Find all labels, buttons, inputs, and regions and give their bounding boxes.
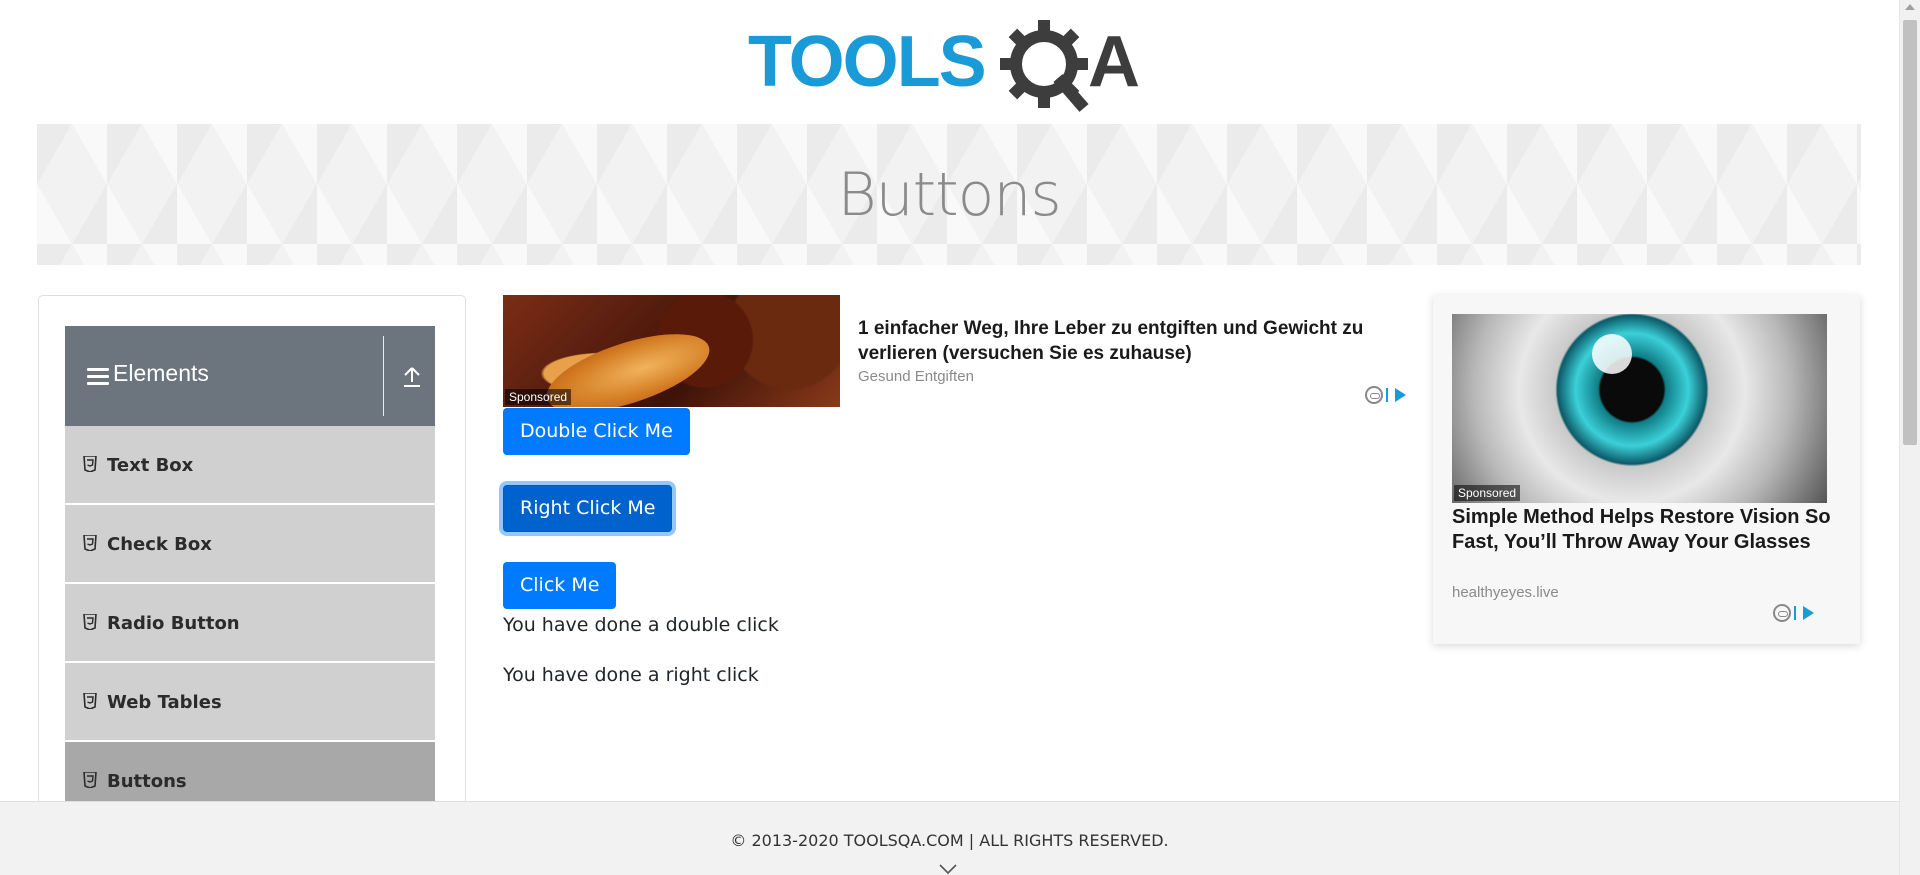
sidebar-item-text-box[interactable]: Text Box bbox=[65, 426, 435, 505]
right-click-button[interactable]: Right Click Me bbox=[503, 485, 673, 532]
click-me-button[interactable]: Click Me bbox=[503, 562, 617, 609]
sidebar-item-label: Radio Button bbox=[107, 613, 240, 634]
html5-icon bbox=[83, 692, 97, 710]
html5-icon bbox=[83, 534, 97, 552]
sidebar-group-title: Elements bbox=[113, 360, 209, 386]
ad-play-icon bbox=[1803, 606, 1814, 620]
svg-text:TOOLS: TOOLS bbox=[748, 22, 985, 102]
double-click-message: You have done a double click bbox=[503, 614, 779, 636]
adchoices-icon[interactable] bbox=[1773, 604, 1814, 622]
ad-image[interactable]: Sponsored bbox=[503, 295, 840, 407]
ad-bar-icon bbox=[1794, 606, 1796, 620]
sidebar-menu: Text Box Check Box Radio Button Web Tabl… bbox=[65, 426, 435, 814]
sponsored-ad-top[interactable]: Sponsored 1 einfacher Weg, Ihre Leber zu… bbox=[503, 295, 1413, 407]
ad-headline[interactable]: Simple Method Helps Restore Vision So Fa… bbox=[1452, 505, 1832, 555]
hamburger-icon bbox=[87, 368, 109, 386]
sponsored-label: Sponsored bbox=[1454, 485, 1521, 501]
html5-icon bbox=[83, 613, 97, 631]
sidebar-item-check-box[interactable]: Check Box bbox=[65, 505, 435, 584]
page-banner: Buttons bbox=[37, 124, 1861, 265]
page-title: Buttons bbox=[837, 160, 1061, 230]
footer: © 2013-2020 TOOLSQA.COM | ALL RIGHTS RES… bbox=[0, 801, 1899, 875]
ad-headline[interactable]: 1 einfacher Weg, Ihre Leber zu entgiften… bbox=[858, 316, 1418, 366]
sponsored-ad-side[interactable]: Sponsored Simple Method Helps Restore Vi… bbox=[1433, 295, 1860, 644]
sidebar-group-elements[interactable]: Elements bbox=[65, 326, 435, 426]
sidebar-item-label: Web Tables bbox=[107, 692, 222, 713]
sidebar-item-label: Text Box bbox=[107, 455, 194, 476]
ad-privacy-icon bbox=[1773, 604, 1791, 622]
sidebar-item-web-tables[interactable]: Web Tables bbox=[65, 663, 435, 742]
ad-privacy-icon bbox=[1365, 386, 1383, 404]
html5-icon bbox=[83, 455, 97, 473]
copyright-text: © 2013-2020 TOOLSQA.COM | ALL RIGHTS RES… bbox=[730, 831, 1169, 850]
ad-bar-icon bbox=[1386, 388, 1388, 402]
svg-text:A: A bbox=[1088, 22, 1140, 102]
scrollbar-thumb[interactable] bbox=[1903, 20, 1917, 445]
sponsored-label: Sponsored bbox=[505, 389, 572, 405]
toolsqa-logo[interactable]: TOOLS A bbox=[748, 18, 1156, 114]
eye-glint bbox=[1592, 334, 1632, 374]
double-click-button[interactable]: Double Click Me bbox=[503, 408, 690, 455]
scroll-up-arrow-icon[interactable] bbox=[1905, 4, 1915, 10]
ad-image[interactable]: Sponsored bbox=[1452, 314, 1827, 503]
sidebar-item-label: Check Box bbox=[107, 534, 212, 555]
header-divider bbox=[383, 336, 384, 416]
ad-source[interactable]: Gesund Entgiften bbox=[858, 368, 974, 385]
right-click-message: You have done a right click bbox=[503, 664, 759, 686]
sidebar: Elements Text Box Check Box Radio Button… bbox=[38, 295, 466, 815]
ad-play-icon bbox=[1395, 388, 1406, 402]
html5-icon bbox=[83, 771, 97, 789]
adchoices-icon[interactable] bbox=[1365, 386, 1406, 404]
collapse-up-icon[interactable] bbox=[402, 366, 422, 388]
chevron-down-icon[interactable] bbox=[938, 860, 958, 875]
ad-source[interactable]: healthyeyes.live bbox=[1452, 584, 1559, 601]
sidebar-item-radio-button[interactable]: Radio Button bbox=[65, 584, 435, 663]
vertical-scrollbar[interactable] bbox=[1899, 0, 1920, 875]
sidebar-item-label: Buttons bbox=[107, 771, 187, 792]
